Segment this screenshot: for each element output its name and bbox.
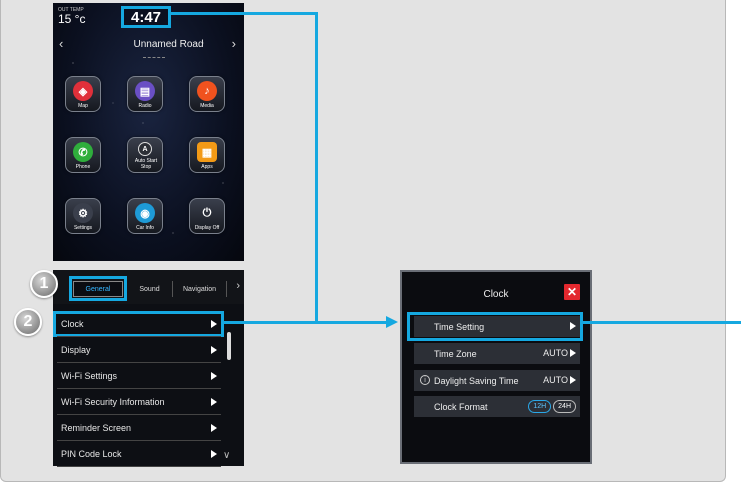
- clock-format-row: Clock Format 12H 24H: [414, 396, 580, 417]
- app-label: Map: [78, 103, 88, 109]
- settings-screen: General Sound Navigation › Clock Display…: [53, 270, 244, 467]
- format-24h-option[interactable]: 24H: [553, 400, 576, 413]
- tab-sound[interactable]: Sound: [127, 281, 173, 297]
- close-icon[interactable]: ✕: [564, 284, 580, 300]
- road-name: Unnamed Road: [133, 39, 204, 50]
- app-car-info[interactable]: ◉ Car Info: [127, 198, 163, 234]
- arrow-right-icon: [570, 376, 576, 384]
- dialog-title: Clock: [483, 289, 509, 300]
- app-label: Display Off: [194, 225, 220, 231]
- app-settings[interactable]: ⚙ Settings: [65, 198, 101, 234]
- connector-line: [315, 12, 318, 323]
- arrow-right-icon: [211, 424, 217, 432]
- row-label: Clock Format: [434, 401, 488, 412]
- arrow-right-icon: [211, 398, 217, 406]
- list-item-wifi-security[interactable]: Wi-Fi Security Information: [57, 389, 221, 415]
- page-indicator: [143, 57, 165, 58]
- chevron-down-icon[interactable]: ∨: [223, 450, 230, 461]
- home-screen: OUT TEMP 15 °c 4:47 ‹ Unnamed Road › ◈ M…: [53, 3, 244, 261]
- list-item-wifi-settings[interactable]: Wi-Fi Settings: [57, 363, 221, 389]
- app-label: Media: [200, 103, 214, 109]
- music-note-icon: ♪: [197, 81, 217, 101]
- connector-line: [222, 321, 390, 324]
- page-dots: [151, 251, 161, 254]
- apps-grid-icon: ▦: [197, 142, 217, 162]
- car-info-icon: ◉: [135, 203, 155, 223]
- app-radio[interactable]: ▤ Radio: [127, 76, 163, 112]
- clock-display[interactable]: 4:47: [121, 6, 171, 28]
- power-icon: ⏻: [202, 206, 212, 219]
- time-zone-row[interactable]: Time Zone AUTO: [414, 343, 580, 364]
- arrow-right-icon: [211, 320, 217, 328]
- tab-navigation[interactable]: Navigation: [173, 281, 227, 297]
- arrow-right-icon: [570, 349, 576, 357]
- app-media[interactable]: ♪ Media: [189, 76, 225, 112]
- out-temp-value: 15 °c: [58, 12, 86, 26]
- tab-general[interactable]: General: [73, 281, 123, 297]
- time-setting-row[interactable]: Time Setting: [414, 316, 580, 337]
- chevron-right-icon[interactable]: ›: [232, 36, 236, 51]
- connector-line: [583, 321, 741, 324]
- arrow-right-icon: [570, 322, 576, 330]
- list-item-label: Clock: [61, 318, 84, 329]
- app-display-off[interactable]: ⏻ Display Off: [189, 198, 225, 234]
- clock-dialog: Clock ✕ Time Setting Time Zone AUTO i Da…: [400, 270, 592, 464]
- list-item-display[interactable]: Display: [57, 337, 221, 363]
- step-marker-1: 1: [30, 270, 58, 298]
- app-label: Phone: [75, 164, 91, 170]
- app-apps[interactable]: ▦ Apps: [189, 137, 225, 173]
- list-item-pin-code-lock[interactable]: PIN Code Lock: [57, 441, 221, 467]
- list-item-clock[interactable]: Clock: [57, 311, 221, 337]
- arrow-right-icon: [211, 346, 217, 354]
- list-item-label: PIN Code Lock: [61, 448, 122, 459]
- list-item-reminder-screen[interactable]: Reminder Screen: [57, 415, 221, 441]
- app-label: Apps: [201, 164, 213, 170]
- radio-icon: ▤: [135, 81, 155, 101]
- list-item-label: Wi-Fi Security Information: [61, 396, 165, 407]
- row-label: Time Zone: [434, 348, 477, 359]
- clock-format-toggle: 12H 24H: [528, 400, 576, 413]
- app-map[interactable]: ◈ Map: [65, 76, 101, 112]
- app-auto-start-stop[interactable]: A Auto Start Stop: [127, 137, 163, 173]
- row-value: AUTO: [543, 348, 568, 358]
- settings-tab-bar: General Sound Navigation ›: [53, 270, 244, 304]
- daylight-saving-row[interactable]: i Daylight Saving Time AUTO: [414, 370, 580, 391]
- auto-start-stop-icon: A: [138, 142, 152, 156]
- map-icon: ◈: [73, 81, 93, 101]
- arrow-right-icon: [211, 372, 217, 380]
- app-label: Radio: [138, 103, 152, 109]
- app-phone[interactable]: ✆ Phone: [65, 137, 101, 173]
- gear-icon: ⚙: [73, 203, 93, 223]
- info-icon[interactable]: i: [420, 375, 430, 385]
- connector-line: [170, 12, 318, 15]
- arrow-right-icon: [211, 450, 217, 458]
- format-12h-option[interactable]: 12H: [528, 400, 552, 413]
- app-label: Auto Start Stop: [134, 158, 158, 170]
- row-label: Daylight Saving Time: [434, 375, 519, 386]
- arrow-right-icon: [386, 316, 398, 328]
- row-label: Time Setting: [434, 321, 485, 332]
- row-value: AUTO: [543, 375, 568, 385]
- list-item-label: Reminder Screen: [61, 422, 132, 433]
- scrollbar[interactable]: [227, 332, 231, 360]
- app-label: Settings: [73, 225, 93, 231]
- list-item-label: Display: [61, 344, 91, 355]
- step-marker-2: 2: [14, 308, 42, 336]
- list-item-label: Wi-Fi Settings: [61, 370, 118, 381]
- phone-icon: ✆: [73, 142, 93, 162]
- app-label: Car Info: [136, 225, 154, 231]
- chevron-right-icon[interactable]: ›: [236, 280, 240, 292]
